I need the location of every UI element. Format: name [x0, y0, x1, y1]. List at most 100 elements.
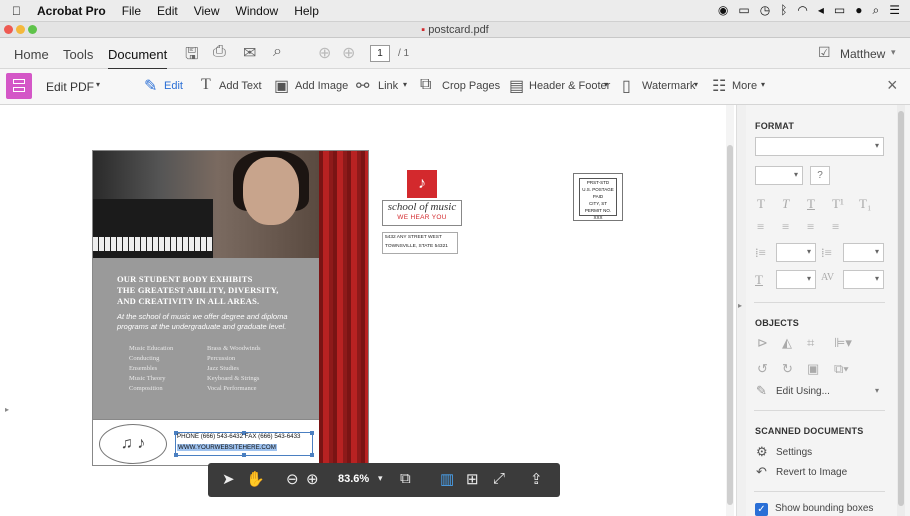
red-curtain-image[interactable]	[319, 151, 368, 465]
zoom-level[interactable]: 83.6%	[338, 473, 369, 485]
flyer-headline[interactable]: OUR STUDENT BODY EXHIBITS THE GREATEST A…	[117, 274, 279, 307]
programs-left-column[interactable]: Music Education Conducting Ensembles Mus…	[129, 344, 173, 394]
header-footer-dropdown-icon[interactable]: ▾	[604, 80, 608, 89]
align-center-icon[interactable]: ≡	[782, 219, 789, 235]
user-menu-chevron-icon[interactable]: ▾	[891, 47, 896, 58]
more-button[interactable]: More	[732, 80, 757, 92]
italic-icon[interactable]: T	[782, 196, 789, 212]
edit-using-menu[interactable]: Edit Using...	[776, 386, 830, 397]
text-color-icon[interactable]: T	[757, 196, 765, 212]
resize-handle[interactable]	[242, 453, 246, 457]
programs-right-column[interactable]: Brass & Woodwinds Percussion Jazz Studie…	[207, 344, 261, 394]
link-icon[interactable]: ⚯	[356, 76, 369, 96]
full-screen-icon[interactable]: ⤢	[493, 470, 505, 487]
flyer-tagline[interactable]: At the school of music we offer degree a…	[117, 312, 288, 332]
share-upload-icon[interactable]: ⇪	[530, 470, 543, 488]
volume-icon[interactable]: ◂	[818, 3, 824, 18]
search-icon[interactable]: ⌕	[273, 43, 282, 61]
link-button[interactable]: Link	[378, 80, 398, 92]
zoom-dropdown-icon[interactable]: ▾	[378, 473, 383, 484]
watermark-dropdown-icon[interactable]: ▾	[694, 80, 698, 89]
revert-to-image-link[interactable]: Revert to Image	[776, 467, 847, 478]
tab-document[interactable]: Document	[108, 47, 168, 70]
more-dropdown-icon[interactable]: ▾	[761, 80, 765, 89]
underline-icon[interactable]: T	[807, 196, 815, 212]
close-window-button[interactable]	[4, 25, 13, 34]
rotate-counterclockwise-icon[interactable]: ↺	[757, 361, 768, 377]
show-bounding-boxes-checkbox[interactable]: ✓	[755, 503, 768, 516]
right-panel-scrollbar[interactable]	[897, 105, 905, 516]
page-thumbnails-icon[interactable]: ⧉	[400, 470, 411, 487]
hand-tool-icon[interactable]: ✋	[246, 470, 265, 488]
resize-handle[interactable]	[310, 453, 314, 457]
right-panel-splitter[interactable]: ▸	[736, 105, 746, 516]
arrange-objects-icon[interactable]: ⧉▾	[834, 361, 849, 377]
scroll-mode-icon[interactable]: ▥	[440, 470, 454, 488]
add-image-button[interactable]: Add Image	[295, 80, 348, 92]
select-pointer-icon[interactable]: ➤	[222, 470, 235, 488]
justify-icon[interactable]: ≡	[832, 219, 839, 235]
more-icon[interactable]: ☷	[712, 76, 726, 96]
fit-page-icon[interactable]: ⊞	[466, 470, 479, 488]
flip-vertical-icon[interactable]: ⊳	[757, 335, 768, 351]
page-number-input[interactable]: 1	[370, 45, 390, 62]
resize-handle[interactable]	[310, 431, 314, 435]
airplay-icon[interactable]: ▭	[738, 3, 749, 18]
rotate-clockwise-icon[interactable]: ↻	[782, 361, 793, 377]
crop-image-icon[interactable]: ⌗	[807, 335, 814, 351]
menu-app-name[interactable]: Acrobat Pro	[37, 4, 106, 18]
edit-icon[interactable]: ✎	[144, 76, 157, 96]
document-scrollbar[interactable]	[726, 105, 734, 516]
superscript-icon[interactable]: T¹	[832, 196, 844, 212]
contact-phone-text[interactable]: PHONE (666) 543-6432 FAX (666) 543-6433	[177, 433, 300, 440]
font-family-select[interactable]: ▾	[755, 137, 884, 156]
user-icon[interactable]: ●	[855, 3, 862, 18]
align-objects-icon[interactable]: ⊫▾	[834, 335, 852, 351]
watermark-icon[interactable]: ▯	[622, 76, 631, 96]
student-piano-photo[interactable]	[93, 151, 319, 258]
scrollbar-thumb[interactable]	[727, 145, 733, 505]
spotlight-icon[interactable]: ⌕	[873, 3, 880, 18]
header-footer-icon[interactable]: ▤	[509, 76, 524, 96]
menu-help[interactable]: Help	[294, 4, 319, 18]
edit-button[interactable]: Edit	[164, 80, 183, 92]
menu-window[interactable]: Window	[236, 4, 279, 18]
apple-icon[interactable]: 	[12, 4, 21, 18]
line-spacing-select[interactable]: ▾	[776, 243, 816, 262]
bluetooth-icon[interactable]: ᛒ	[780, 3, 787, 18]
tab-home[interactable]: Home	[14, 47, 49, 62]
return-address-block[interactable]: 5432 ANY STREET WEST TOWNSVILLE, STATE 5…	[382, 232, 458, 254]
link-dropdown-icon[interactable]: ▾	[403, 80, 407, 89]
horizontal-scaling-select[interactable]: ▾	[776, 270, 816, 289]
postage-stamp-box[interactable]: PRST-STD U.S. POSTAGE PAID CITY, ST PERM…	[573, 173, 623, 221]
edit-pdf-dropdown-icon[interactable]: ▾	[96, 80, 100, 89]
school-of-music-logo[interactable]: ♪ school of music WE HEAR YOU	[382, 170, 462, 226]
settings-gear-icon[interactable]: ⚙	[756, 444, 768, 460]
subscript-icon[interactable]: T₁	[859, 196, 871, 212]
print-icon[interactable]: ⎙	[213, 43, 226, 61]
align-right-icon[interactable]: ≡	[807, 219, 814, 235]
add-image-icon[interactable]: ▣	[274, 76, 289, 96]
revert-icon[interactable]: ↶	[756, 464, 767, 480]
wifi-icon[interactable]: ◠	[797, 3, 807, 18]
creative-cloud-icon[interactable]: ◉	[718, 3, 728, 18]
replace-image-icon[interactable]: ▣	[807, 361, 819, 377]
paragraph-spacing-select[interactable]: ▾	[843, 243, 884, 262]
close-tool-icon[interactable]: ×	[887, 75, 898, 96]
font-help-button[interactable]: ?	[810, 166, 830, 185]
watermark-button[interactable]: Watermark	[642, 80, 695, 92]
tab-tools[interactable]: Tools	[63, 47, 93, 62]
left-panel-toggle-icon[interactable]: ▸	[5, 405, 9, 414]
add-text-button[interactable]: Add Text	[219, 80, 262, 92]
scanned-settings-link[interactable]: Settings	[776, 447, 812, 458]
add-text-icon[interactable]: T	[201, 76, 211, 94]
flip-horizontal-icon[interactable]: ◭	[782, 335, 792, 351]
website-text-selected[interactable]: WWW.YOURWEBSITEHERE.COM	[177, 444, 277, 451]
user-name[interactable]: Matthew	[840, 47, 885, 61]
notification-center-icon[interactable]: ☰	[889, 3, 900, 18]
time-machine-icon[interactable]: ◷	[760, 3, 770, 18]
zoom-out-icon[interactable]: ⊖	[286, 470, 299, 488]
character-spacing-select[interactable]: ▾	[843, 270, 884, 289]
menu-edit[interactable]: Edit	[157, 4, 178, 18]
sign-in-icon[interactable]: ☑	[818, 44, 831, 61]
